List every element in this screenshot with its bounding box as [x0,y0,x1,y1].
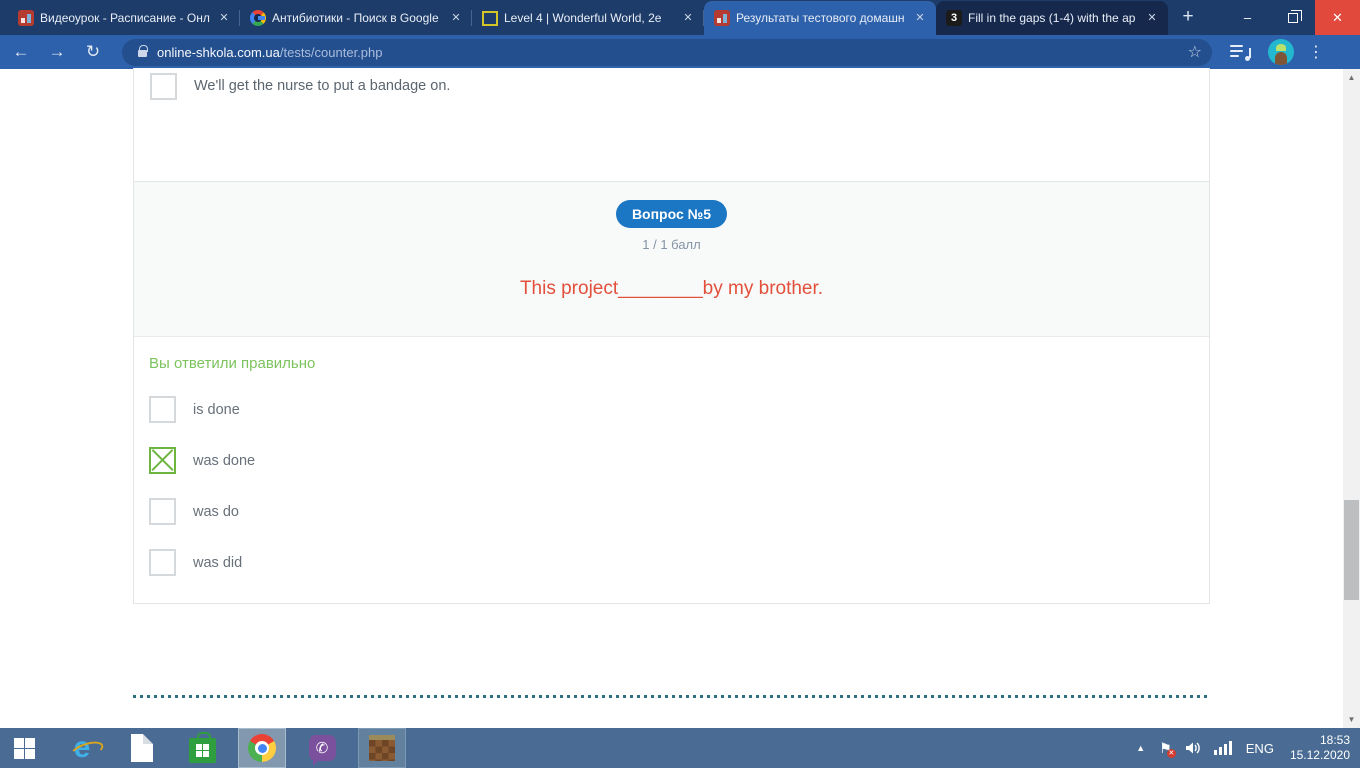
taskbar-notepad[interactable] [118,728,166,768]
tab-close-icon[interactable]: ✕ [680,10,696,26]
tab-google-search[interactable]: Антибиотики - Поиск в Google ✕ [240,1,472,35]
address-bar[interactable]: online-shkola.com.ua/tests/counter.php ☆ [122,38,1212,66]
taskbar-chrome[interactable] [238,728,286,768]
question-text: This project________by my brother. [519,278,824,299]
answer-row: was done [149,447,1209,474]
tray-date: 15.12.2020 [1289,748,1350,762]
close-button[interactable]: ✕ [1315,0,1360,35]
url-text: online-shkola.com.ua/tests/counter.php [157,45,1180,60]
taskbar-windows-store[interactable] [178,728,226,768]
tab-strip: Видеоурок - Расписание - Онл ✕ Антибиоти… [8,0,1202,35]
minimize-button[interactable]: – [1225,0,1270,35]
url-domain: online-shkola.com.ua [157,44,280,60]
answer-checkbox[interactable] [150,73,177,100]
document-icon [131,734,153,762]
clock[interactable]: 18:53 15.12.2020 [1290,733,1350,763]
answer-checkbox-selected[interactable] [149,447,176,474]
question-header: Вопрос №5 1 / 1 балл This project_______… [134,182,1209,337]
chrome-menu-icon[interactable]: ⋮ [1308,42,1324,62]
forward-icon[interactable]: → [42,42,72,62]
network-signal-icon[interactable] [1213,741,1232,755]
tab-title: Видеоурок - Расписание - Онл [40,11,210,25]
tab-title: Level 4 | Wonderful World, 2e [504,11,662,25]
window-controls: – ✕ [1225,0,1360,35]
question-number-badge: Вопрос №5 [615,200,728,228]
tab-test-results-active[interactable]: Результаты тестового домашн ✕ [704,1,936,35]
answers-section: Вы ответили правильно is done was done w… [134,337,1209,576]
answer-checkbox[interactable] [149,549,176,576]
answer-label: is done [193,401,240,418]
tab-title: Fill in the gaps (1-4) with the ap [968,11,1136,25]
new-tab-button[interactable]: + [1174,4,1202,32]
badge-3-favicon-icon: 3 [946,10,962,26]
restore-button[interactable] [1270,0,1315,35]
question-score: 1 / 1 балл [642,237,701,252]
viber-icon: ✆ [308,735,336,766]
taskbar-minecraft[interactable] [358,728,406,768]
system-tray: ▲ ⚑ ENG 18:53 15.12.2020 [1136,728,1360,768]
google-favicon-icon [250,10,266,26]
answer-row: was do [149,498,1209,525]
tab-fill-gaps[interactable]: 3 Fill in the gaps (1-4) with the ap ✕ [936,1,1168,35]
profile-avatar[interactable] [1268,39,1294,65]
taskbar-internet-explorer[interactable]: e [58,728,106,768]
url-path: /tests/counter.php [279,44,383,60]
dotted-divider [133,695,1210,698]
lock-icon [138,45,148,57]
scroll-down-icon[interactable]: ▼ [1343,711,1360,728]
vertical-scrollbar[interactable]: ▲ ▼ [1343,69,1360,728]
media-playlist-extension-icon[interactable] [1230,43,1252,61]
answer-label: was do [193,503,239,520]
question-5-card: Вопрос №5 1 / 1 балл This project_______… [133,181,1210,604]
scrollbar-thumb[interactable] [1344,500,1359,600]
answer-label: was done [193,452,256,469]
reload-icon[interactable]: ↻ [78,42,108,62]
answer-checkbox[interactable] [149,498,176,525]
minecraft-icon [369,735,395,761]
feedback-correct: Вы ответили правильно [149,355,316,372]
answer-label: was did [193,554,243,571]
start-button[interactable] [0,728,48,768]
tab-close-icon[interactable]: ✕ [448,10,464,26]
page-viewport: We'll get the nurse to put a bandage on.… [0,68,1343,768]
tab-close-icon[interactable]: ✕ [912,10,928,26]
tab-close-icon[interactable]: ✕ [1144,10,1160,26]
volume-icon[interactable] [1185,741,1202,755]
site-favicon-icon [18,10,34,26]
answer-label: We'll get the nurse to put a bandage on. [194,78,451,94]
site-favicon-icon [714,10,730,26]
yellow-square-favicon-icon [482,11,498,26]
browser-toolbar: ← → ↻ online-shkola.com.ua/tests/counter… [0,35,1360,69]
tab-close-icon[interactable]: ✕ [216,10,232,26]
taskbar-viber[interactable]: ✆ [298,728,346,768]
back-icon[interactable]: ← [6,42,36,62]
answer-row: was did [149,549,1209,576]
tab-title: Результаты тестового домашн [736,11,905,25]
windows-taskbar: e ✆ ▲ ⚑ ENG 18:53 15.12.2020 [0,728,1360,768]
language-indicator[interactable]: ENG [1246,741,1274,756]
tab-wonderful-world[interactable]: Level 4 | Wonderful World, 2e ✕ [472,1,704,35]
answer-row: is done [149,396,1209,423]
tab-videolesson[interactable]: Видеоурок - Расписание - Онл ✕ [8,1,240,35]
answer-checkbox[interactable] [149,396,176,423]
windows-logo-icon [13,737,35,759]
browser-titlebar: Видеоурок - Расписание - Онл ✕ Антибиоти… [0,0,1360,35]
tab-title: Антибиотики - Поиск в Google [272,11,439,25]
tray-expand-icon[interactable]: ▲ [1136,743,1145,753]
internet-explorer-icon: e [73,731,91,764]
tray-time: 18:53 [1319,733,1350,747]
bookmark-star-icon[interactable]: ☆ [1188,42,1202,62]
store-icon [188,731,216,763]
action-center-flag-icon[interactable]: ⚑ [1159,740,1176,758]
scroll-up-icon[interactable]: ▲ [1343,69,1360,86]
chrome-icon [248,734,276,762]
